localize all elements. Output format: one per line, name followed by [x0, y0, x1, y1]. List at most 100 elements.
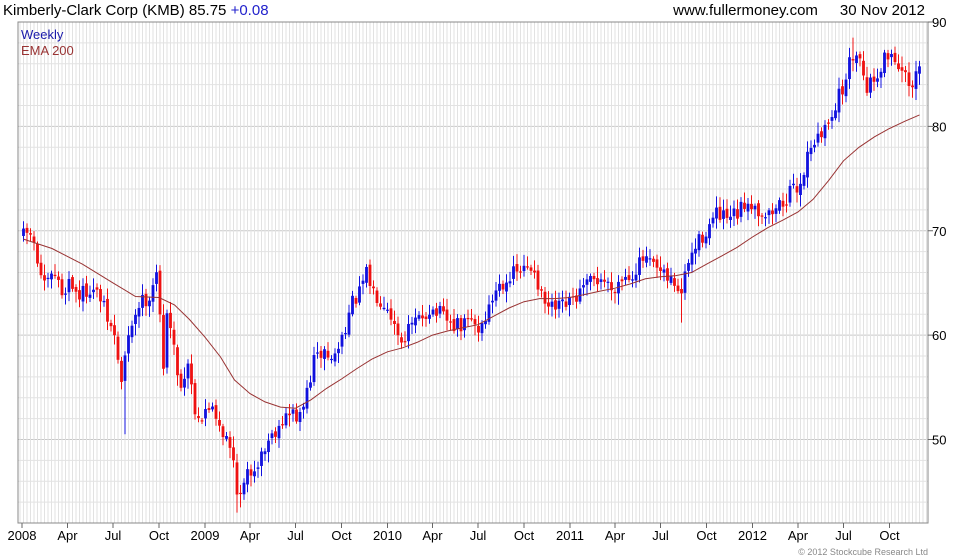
candle-body [907, 72, 911, 86]
candle-body [648, 258, 652, 260]
x-tick-label: Apr [605, 528, 626, 543]
candle-body [246, 469, 249, 485]
candle-body [417, 315, 421, 319]
candle-body [837, 88, 841, 113]
x-tick-label: 2010 [373, 528, 402, 543]
candle-body [361, 280, 365, 284]
candle-body [225, 436, 228, 439]
candle-body [865, 77, 869, 93]
candle-body [281, 424, 284, 426]
candle-body [57, 276, 60, 280]
candle-body [792, 183, 795, 186]
candle-body [519, 271, 522, 273]
x-tick-label: Oct [149, 528, 170, 543]
candle-body [431, 309, 435, 315]
candle-body [365, 266, 368, 283]
candle-body [687, 262, 690, 271]
candle-body [46, 277, 50, 280]
candle-body [116, 336, 120, 360]
candle-body [554, 300, 557, 310]
candle-body [319, 350, 323, 358]
candle-body [323, 349, 326, 359]
candle-body [911, 85, 914, 88]
candle-body [508, 281, 512, 284]
candle-body [620, 279, 624, 282]
candle-body [25, 227, 29, 233]
candle-body [309, 382, 312, 388]
candle-body [29, 233, 32, 235]
candle-body [60, 279, 64, 296]
grid-lines [18, 21, 928, 524]
candle-body [176, 347, 179, 376]
candle-body [151, 285, 155, 302]
candle-body [498, 283, 501, 291]
candle-body [155, 272, 158, 284]
candle-body [820, 131, 823, 138]
candle-body [858, 54, 862, 59]
candle-body [785, 204, 788, 206]
candle-body [442, 306, 445, 312]
candle-body [347, 312, 351, 335]
candle-body [130, 325, 134, 338]
candle-body [585, 279, 589, 285]
candle-body [456, 318, 459, 330]
x-tick-label: Oct [514, 528, 535, 543]
candle-body [526, 266, 529, 268]
candle-body [36, 244, 39, 264]
candle-body [470, 318, 473, 320]
candle-body [624, 276, 627, 280]
candle-body [393, 320, 396, 324]
candle-body [771, 210, 774, 215]
candle-body [893, 52, 897, 63]
legend-entry: Weekly [21, 27, 64, 42]
candle-body [239, 492, 242, 495]
candle-body [634, 274, 638, 281]
candle-body [869, 77, 872, 93]
candle-body [547, 302, 550, 307]
candle-body [162, 315, 165, 369]
candle-body [918, 66, 921, 74]
candle-body [802, 174, 806, 186]
candle-body [816, 133, 820, 143]
candle-body [277, 425, 281, 439]
candle-body [302, 406, 305, 410]
candle-body [375, 290, 379, 303]
candle-body [113, 325, 116, 336]
candle-body [781, 200, 785, 207]
x-tick-label: Apr [57, 528, 78, 543]
candle-body [855, 55, 858, 64]
candle-body [764, 217, 767, 219]
candle-body [862, 60, 865, 76]
candle-body [851, 59, 855, 61]
candle-body [193, 383, 197, 415]
candle-body [522, 265, 526, 272]
candle-body [214, 405, 218, 419]
candle-body [270, 433, 274, 439]
candle-body [529, 267, 533, 271]
candle-body [627, 275, 631, 281]
candle-body [358, 286, 361, 303]
y-axis-ticks: 50 60 70 80 90 [928, 15, 946, 448]
candle-body [897, 63, 900, 70]
candle-body [165, 313, 169, 368]
candle-body [904, 70, 907, 73]
candle-body [732, 208, 736, 217]
candle-body [582, 285, 585, 288]
candle-body [218, 419, 221, 426]
candle-body [183, 378, 186, 388]
candle-body [673, 278, 676, 286]
candle-body [386, 309, 389, 311]
candle-body [652, 258, 655, 262]
candle-body [120, 360, 123, 382]
candle-body [589, 275, 592, 282]
copyright-notice: © 2012 Stockcube Research Ltd [798, 547, 928, 557]
x-tick-label: Jul [287, 528, 304, 543]
candle-body [379, 303, 382, 307]
candle-body [809, 147, 813, 155]
candle-body [410, 322, 414, 325]
candle-body [102, 300, 106, 303]
candle-body [249, 469, 253, 476]
candle-body [197, 416, 200, 418]
candle-body [428, 314, 431, 319]
candle-body [137, 307, 141, 317]
